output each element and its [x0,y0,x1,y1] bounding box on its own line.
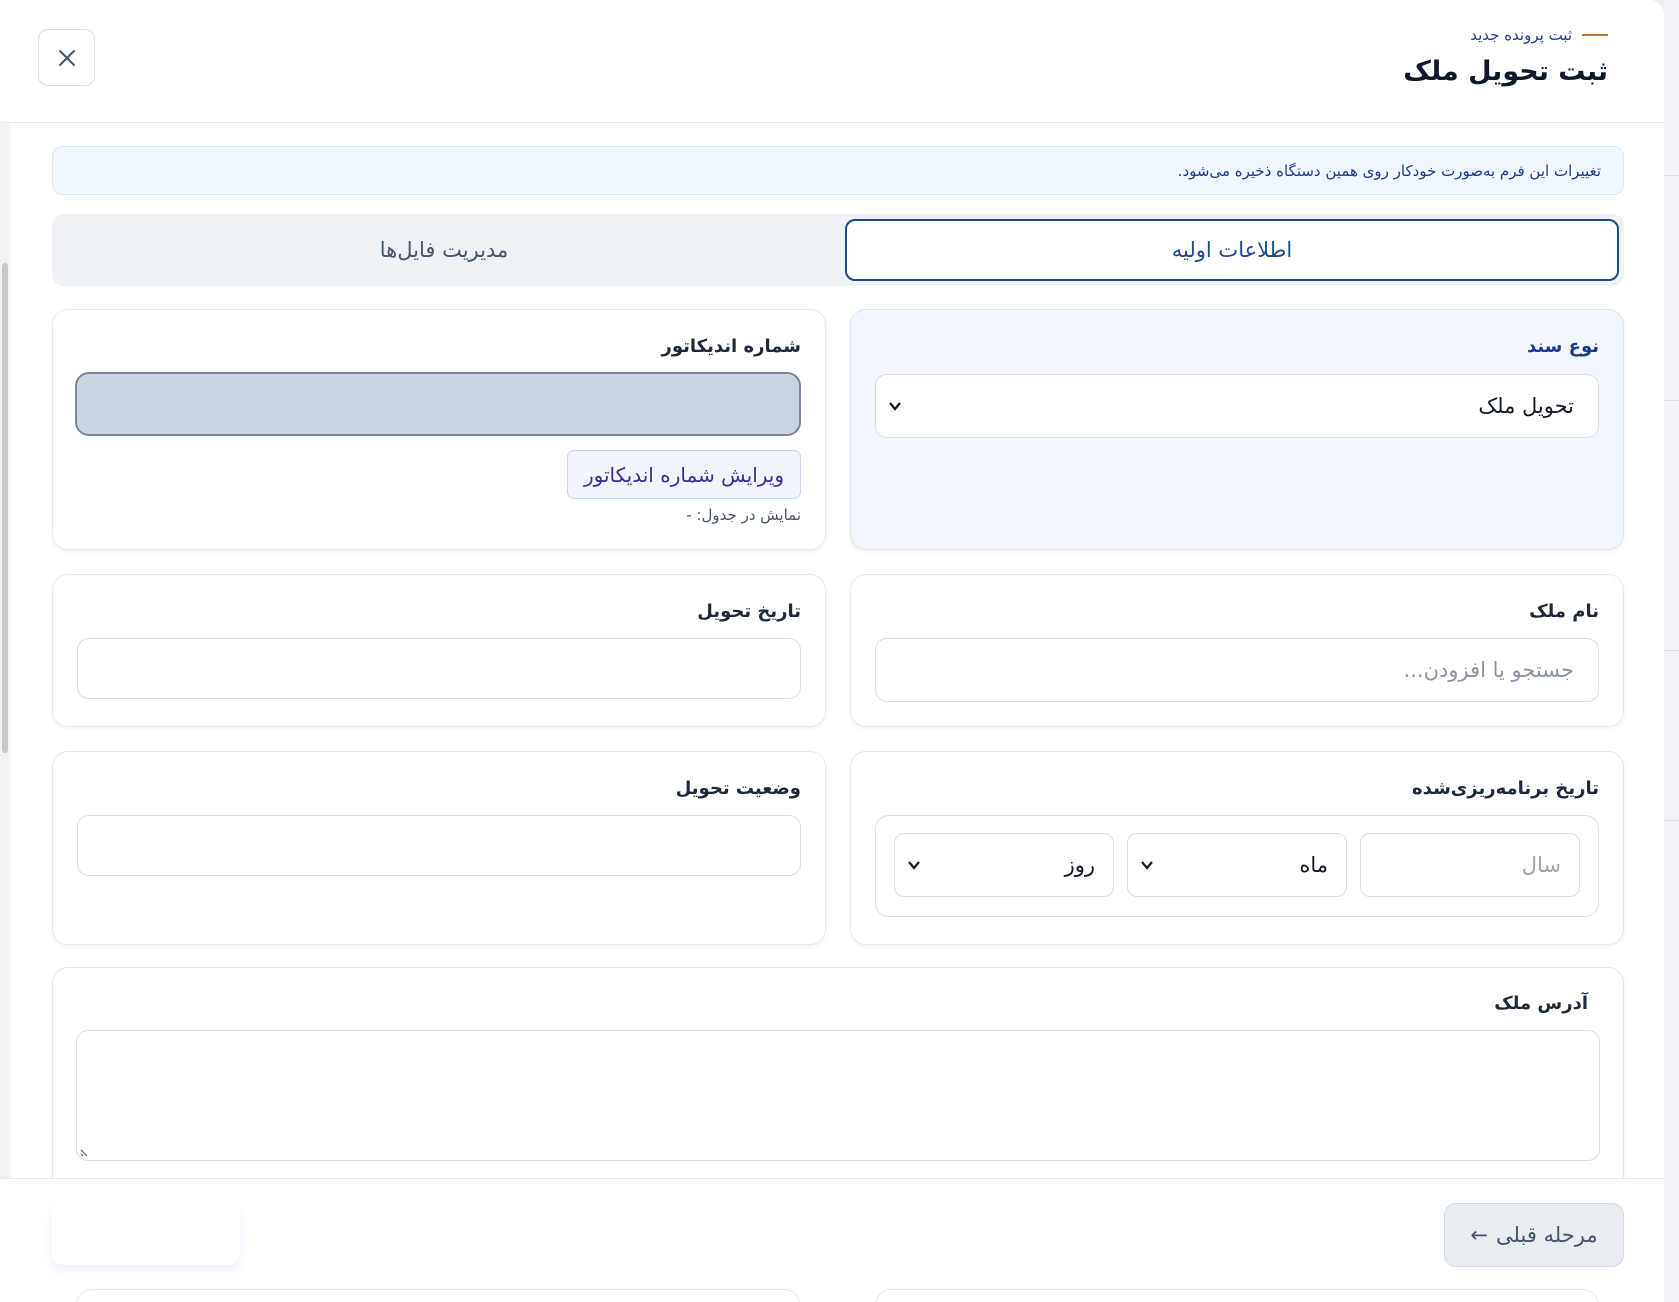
tab-file-management[interactable]: مدیریت فایل‌ها [57,219,831,281]
modal-footer: مرحله قبلی ← [0,1178,1664,1302]
edit-indicator-button[interactable]: ویرایش شماره اندیکاتور [567,450,801,499]
background-divider [1664,175,1679,176]
indicator-label: شماره اندیکاتور [661,336,802,357]
day-value: روز [1064,853,1095,877]
eyebrow-text: ثبت پرونده جدید [1470,26,1572,44]
modal-title: ثبت تحویل ملک [1403,56,1608,87]
month-value: ماه [1299,853,1328,877]
scheduled-date-card: تاریخ برنامه‌ریزی‌شده سال ماه روز [850,751,1624,945]
delivery-date-label: تاریخ تحویل [697,601,801,622]
month-select[interactable]: ماه [1127,833,1347,897]
doc-type-card: نوع سند تحویل ملک [850,309,1624,550]
modal-header: ثبت پرونده جدید ثبت تحویل ملک [0,0,1664,123]
doc-type-label: نوع سند [1526,336,1599,357]
delivery-status-label: وضعیت تحویل [675,778,801,799]
tab-basic-info[interactable]: اطلاعات اولیه [845,219,1619,281]
scheduled-date-label: تاریخ برنامه‌ریزی‌شده [1412,778,1599,799]
previous-step-button[interactable]: مرحله قبلی ← [1444,1203,1624,1267]
next-step-button[interactable] [52,1201,240,1265]
scheduled-date-group: سال ماه روز [875,815,1599,917]
property-name-input[interactable]: جستجو یا افزودن... [875,638,1599,702]
delivery-status-input[interactable] [77,815,801,876]
new-case-modal: ثبت پرونده جدید ثبت تحویل ملک تغییرات ای… [0,0,1664,1302]
next-card-peek [76,1289,800,1302]
day-select[interactable]: روز [894,833,1114,897]
background-page [1664,0,1679,1302]
indicator-help-text: نمایش در جدول: - [686,506,801,524]
chevron-down-icon [889,402,901,411]
tab-bar: اطلاعات اولیه مدیریت فایل‌ها [52,214,1624,286]
property-name-placeholder: جستجو یا افزودن... [1403,658,1574,682]
property-name-card: نام ملک جستجو یا افزودن... [850,574,1624,727]
close-button[interactable] [38,29,95,86]
background-divider [1664,650,1679,651]
delivery-status-card: وضعیت تحویل [52,751,826,945]
modal-eyebrow: ثبت پرونده جدید [1470,26,1608,44]
year-input[interactable]: سال [1360,833,1580,897]
next-card-peek [875,1289,1599,1302]
eyebrow-dash [1582,34,1608,36]
year-placeholder: سال [1521,853,1561,877]
chevron-down-icon [908,861,920,870]
resize-handle-icon[interactable] [79,1146,91,1158]
autosave-notice: تغییرات این فرم به‌صورت خودکار روی همین … [52,146,1624,195]
chevron-down-icon [1141,861,1153,870]
address-label: آدرس ملک [1494,993,1588,1014]
arrow-left-icon: ← [1470,1223,1489,1247]
close-icon [58,49,75,66]
address-textarea[interactable] [76,1030,1600,1161]
background-divider [1664,400,1679,401]
previous-step-label: مرحله قبلی [1496,1223,1598,1247]
delivery-date-input[interactable] [77,638,801,699]
background-divider [1664,820,1679,821]
doc-type-select[interactable]: تحویل ملک [875,374,1599,438]
delivery-date-card: تاریخ تحویل [52,574,826,727]
indicator-field [75,372,801,436]
indicator-card: شماره اندیکاتور ویرایش شماره اندیکاتور ن… [52,309,826,550]
modal-body: تغییرات این فرم به‌صورت خودکار روی همین … [0,123,1664,1178]
property-name-label: نام ملک [1529,601,1599,622]
doc-type-value: تحویل ملک [1478,394,1574,418]
